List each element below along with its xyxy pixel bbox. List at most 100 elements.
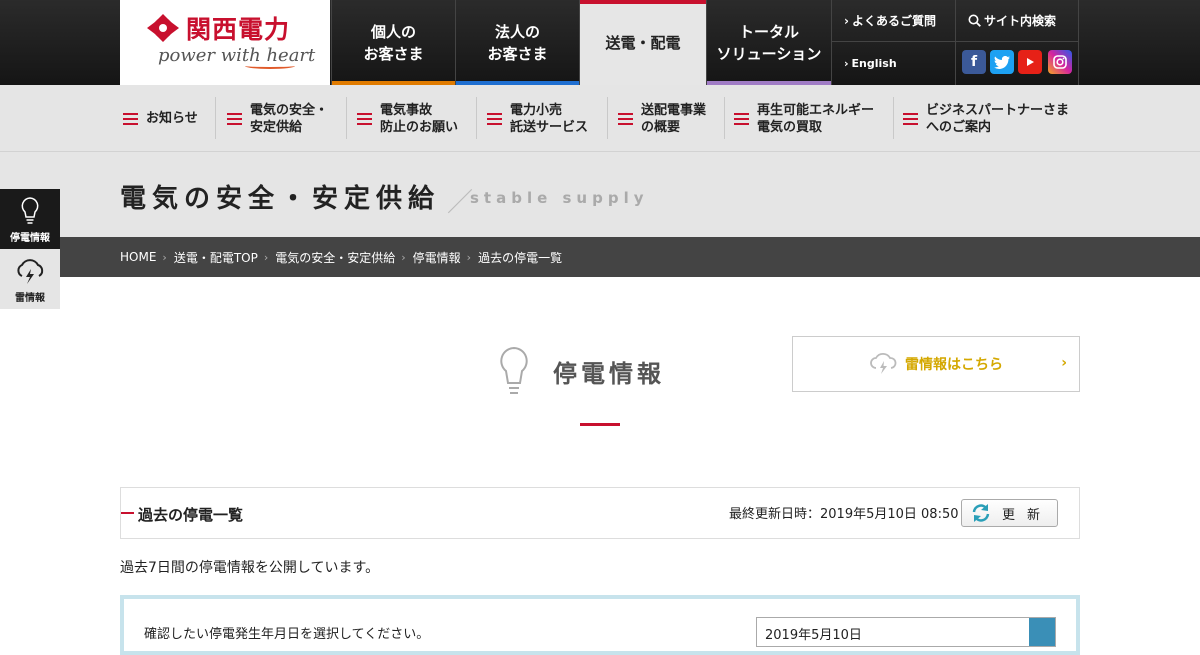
- menu-icon: [487, 112, 502, 125]
- side-tab-thunder-label: 雷情報: [15, 293, 45, 304]
- subnav-news[interactable]: お知らせ: [120, 85, 216, 152]
- subnav-partners-line2: へのご案内: [926, 119, 992, 135]
- subnav-safety-line1: 電気の安全・: [250, 102, 329, 118]
- play-icon: [1027, 58, 1034, 66]
- menu-icon: [734, 112, 749, 125]
- divider: [215, 97, 216, 139]
- chevron-right-icon: ›: [162, 250, 167, 264]
- title-marker: [121, 512, 134, 514]
- refresh-button[interactable]: 更新: [961, 499, 1058, 527]
- youtube-icon[interactable]: [1018, 50, 1042, 74]
- facebook-icon[interactable]: f: [962, 50, 986, 74]
- subnav-partners-line1: ビジネスパートナーさま: [926, 102, 1070, 118]
- gnav-transmission-label: 送電・配電: [605, 33, 681, 52]
- menu-icon: [123, 112, 138, 125]
- gnav-business[interactable]: 法人の お客さま: [455, 0, 579, 85]
- panel-title: 過去の停電一覧: [138, 506, 244, 524]
- side-tab-thunder[interactable]: 雷情報: [0, 249, 60, 309]
- side-tab-outage-label: 停電情報: [10, 233, 50, 244]
- subnav-overview-line2: の概要: [641, 119, 681, 135]
- menu-icon: [357, 112, 372, 125]
- refresh-icon: [972, 504, 990, 522]
- subnav-renewable[interactable]: 再生可能エネルギー 電気の買取: [725, 85, 894, 152]
- twitter-bird-icon: [994, 55, 1010, 69]
- logo-swoosh: [245, 63, 295, 69]
- past-outage-panel: 過去の停電一覧 最終更新日時：2019年5月10日 08:50 更新: [120, 487, 1080, 539]
- subnav-retail-line1: 電力小売: [510, 102, 563, 118]
- breadcrumb: HOME › 送電・配電TOP › 電気の安全・安定供給 › 停電情報 › 過去の停電一…: [0, 237, 1200, 277]
- breadcrumb-current: 過去の停電一覧: [478, 250, 563, 265]
- dropdown-button[interactable]: [1029, 618, 1055, 646]
- site-logo[interactable]: 関西電力 power with heart: [120, 0, 330, 85]
- subnav-retail[interactable]: 電力小売 託送サービス: [477, 85, 608, 152]
- chevron-right-icon: ›: [466, 250, 472, 264]
- thunder-cloud-icon: [17, 259, 44, 284]
- subnav-safety-line2: 安定供給: [250, 119, 303, 135]
- search-icon: [968, 14, 981, 27]
- subnav-overview-line1: 送配電事業: [641, 102, 707, 118]
- subnav-renewable-line2: 電気の買取: [757, 119, 823, 135]
- logo-name: 関西電力: [186, 15, 291, 44]
- page-title: 電気の安全・安定供給: [120, 184, 441, 214]
- date-select-value: 2019年5月10日: [765, 628, 862, 643]
- gnav-personal-line2: お客さま: [363, 44, 424, 63]
- menu-icon: [903, 112, 918, 125]
- global-header: 関西電力 power with heart 個人のお客さま 法人のお客さま 送電…: [0, 0, 1200, 85]
- chevron-right-icon: ›: [844, 57, 849, 70]
- menu-icon: [618, 112, 633, 125]
- page-title-en: stable supply: [470, 189, 649, 207]
- description-text: 過去7日間の停電情報を公開しています。: [120, 560, 380, 576]
- section-heading: 停電情報: [498, 346, 661, 402]
- subnav-accident-line1: 電気事故: [380, 102, 433, 118]
- thunder-info-label: 雷情報はこちら: [905, 357, 1003, 373]
- breadcrumb-transmission-top[interactable]: 送電・配電TOP: [174, 249, 258, 266]
- lightbulb-icon: [500, 346, 528, 394]
- gnav-business-line2: お客さま: [487, 44, 548, 63]
- twitter-icon[interactable]: [990, 50, 1014, 74]
- subnav-overview[interactable]: 送配電事業 の概要: [608, 85, 725, 152]
- gnav-transmission[interactable]: 送電・配電: [579, 0, 706, 85]
- gnav-transmission-bar: [580, 0, 706, 4]
- page-title-bar: 電気の安全・安定供給 ／ stable supply: [0, 152, 1200, 237]
- subnav-safety[interactable]: 電気の安全・ 安定供給: [217, 85, 347, 152]
- subnav-retail-line2: 託送サービス: [510, 119, 589, 135]
- sub-navigation: お知らせ 電気の安全・ 安定供給 電気事故 防止のお願い 電力小売 託送サービス 送配…: [0, 85, 1200, 152]
- site-search-link[interactable]: サイト内検索: [955, 0, 1079, 42]
- subnav-accident-line2: 防止のお願い: [380, 119, 459, 135]
- instagram-icon[interactable]: [1048, 50, 1072, 74]
- date-question: 確認したい停電発生年月日を選択してください。: [144, 627, 430, 642]
- gnav-personal-line1: 個人の: [370, 22, 416, 41]
- chevron-right-icon: ›: [844, 13, 849, 28]
- refresh-label: 更新: [1002, 507, 1053, 523]
- last-updated: 最終更新日時：2019年5月10日 08:50: [729, 507, 959, 522]
- section-title: 停電情報: [553, 360, 665, 388]
- date-select[interactable]: 2019年5月10日: [756, 617, 1056, 647]
- subnav-accident[interactable]: 電気事故 防止のお願い: [347, 85, 477, 152]
- heading-underline: [580, 423, 620, 426]
- search-label: サイト内検索: [984, 14, 1057, 28]
- breadcrumb-outage[interactable]: 停電情報: [413, 249, 461, 266]
- side-tab-outage[interactable]: 停電情報: [0, 189, 60, 249]
- faq-link[interactable]: › よくあるご質問: [831, 0, 955, 42]
- camera-icon: [1053, 55, 1067, 69]
- subnav-partners[interactable]: ビジネスパートナーさま へのご案内: [894, 85, 1080, 152]
- breadcrumb-safety[interactable]: 電気の安全・安定供給: [275, 249, 395, 266]
- english-label: English: [851, 57, 897, 70]
- gnav-solution-line2: ソリューション: [716, 44, 822, 63]
- faq-label: よくあるご質問: [851, 14, 936, 28]
- breadcrumb-home[interactable]: HOME: [120, 250, 156, 264]
- date-selector-box: 確認したい停電発生年月日を選択してください。 2019年5月10日: [120, 595, 1080, 655]
- subnav-renewable-line1: 再生可能エネルギー: [757, 102, 875, 118]
- chevron-right-icon: ›: [1061, 355, 1067, 371]
- kepco-logo-icon: [147, 14, 179, 42]
- gnav-personal[interactable]: 個人の お客さま: [331, 0, 455, 85]
- lightbulb-icon: [21, 197, 39, 224]
- chevron-right-icon: ›: [401, 250, 406, 264]
- thunder-info-link[interactable]: 雷情報はこちら ›: [792, 336, 1080, 392]
- thunder-cloud-icon: [870, 352, 897, 374]
- menu-icon: [227, 112, 242, 125]
- gnav-business-line1: 法人の: [494, 22, 540, 41]
- gnav-solution[interactable]: トータルソリューション: [706, 0, 831, 85]
- gnav-solution-line1: トータル: [738, 22, 799, 41]
- english-link[interactable]: › English: [831, 42, 955, 85]
